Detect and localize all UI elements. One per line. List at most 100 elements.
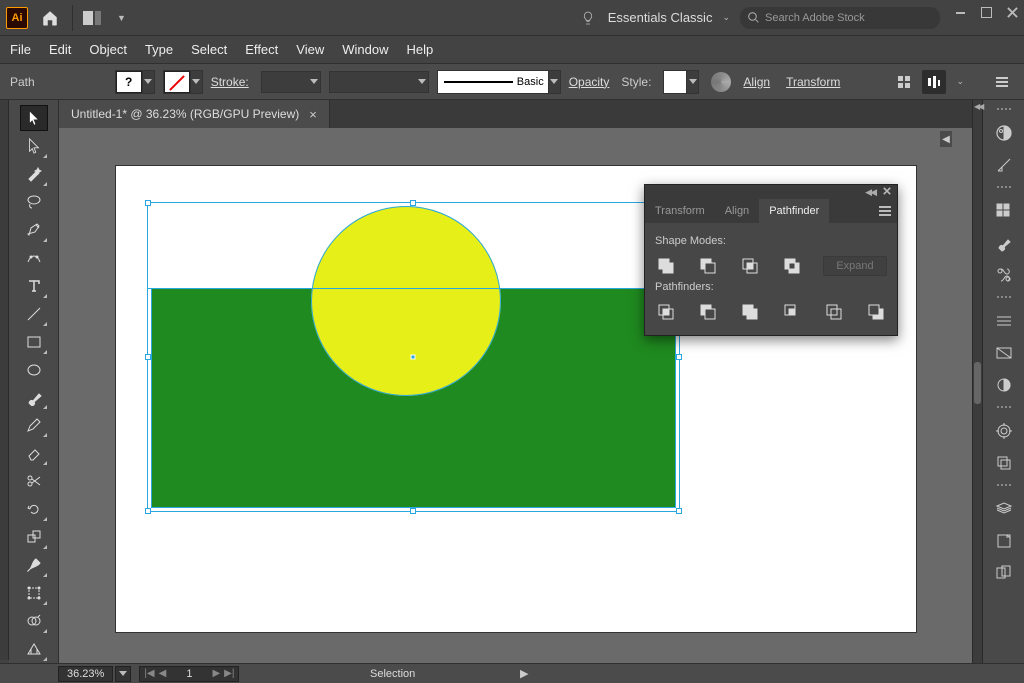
artboard-number[interactable]: 1 xyxy=(170,668,208,680)
selection-center[interactable] xyxy=(411,355,416,360)
style-swatch[interactable] xyxy=(663,70,699,94)
scissors-tool[interactable] xyxy=(20,468,48,494)
menu-help[interactable]: Help xyxy=(406,42,433,57)
free-transform-tool[interactable] xyxy=(20,580,48,606)
align-link[interactable]: Align xyxy=(743,75,770,89)
layers-panel-icon[interactable] xyxy=(989,494,1019,524)
brush-definition[interactable]: Basic xyxy=(437,70,561,94)
paintbrush-tool[interactable] xyxy=(20,385,48,411)
prev-artboard-icon[interactable]: ◀ xyxy=(159,668,167,679)
menu-edit[interactable]: Edit xyxy=(49,42,71,57)
selection-bounding-box[interactable] xyxy=(147,202,680,512)
scrollbar-thumb[interactable] xyxy=(974,362,981,404)
menu-file[interactable]: File xyxy=(10,42,31,57)
color-guide-icon[interactable] xyxy=(989,150,1019,180)
tab-pathfinder[interactable]: Pathfinder xyxy=(759,199,829,223)
menu-view[interactable]: View xyxy=(296,42,324,57)
crop-icon[interactable] xyxy=(781,301,803,323)
appearance-panel-icon[interactable] xyxy=(989,416,1019,446)
panel-titlebar[interactable]: ◀◀ xyxy=(645,185,897,199)
brushes-panel-icon[interactable] xyxy=(989,228,1019,258)
outline-icon[interactable] xyxy=(823,301,845,323)
menu-effect[interactable]: Effect xyxy=(245,42,278,57)
isolate-icon[interactable] xyxy=(892,70,916,94)
line-tool[interactable] xyxy=(20,301,48,327)
transform-link[interactable]: Transform xyxy=(786,75,840,89)
ellipse-tool[interactable] xyxy=(20,357,48,383)
document-tab[interactable]: Untitled-1* @ 36.23% (RGB/GPU Preview) × xyxy=(59,100,330,128)
zoom-level[interactable]: 36.23% xyxy=(58,666,113,682)
home-icon[interactable] xyxy=(38,6,62,30)
tip-icon[interactable] xyxy=(580,10,596,26)
type-tool[interactable] xyxy=(20,273,48,299)
handle-n[interactable] xyxy=(410,200,416,206)
rotate-tool[interactable] xyxy=(20,496,48,522)
intersect-icon[interactable] xyxy=(739,255,761,277)
asset-export-icon[interactable] xyxy=(989,526,1019,556)
right-collapse-strip[interactable]: ◀◀ xyxy=(972,100,982,663)
handle-e[interactable] xyxy=(676,354,682,360)
merge-icon[interactable] xyxy=(739,301,761,323)
graphic-styles-icon[interactable] xyxy=(989,448,1019,478)
scale-tool[interactable] xyxy=(20,524,48,550)
maximize-button[interactable] xyxy=(980,7,992,19)
width-tool[interactable] xyxy=(20,552,48,578)
menu-type[interactable]: Type xyxy=(145,42,173,57)
rectangle-tool[interactable] xyxy=(20,329,48,355)
stroke-weight[interactable] xyxy=(261,71,321,93)
perspective-tool[interactable] xyxy=(20,636,48,662)
tab-align[interactable]: Align xyxy=(715,199,759,223)
trim-icon[interactable] xyxy=(697,301,719,323)
handle-sw[interactable] xyxy=(145,508,151,514)
align-to-icon[interactable] xyxy=(922,70,946,94)
panel-collapse-icon[interactable]: ◀ xyxy=(940,131,952,147)
recolor-icon[interactable] xyxy=(711,72,731,92)
panel-menu-icon[interactable] xyxy=(990,70,1014,94)
artboards-panel-icon[interactable] xyxy=(989,558,1019,588)
zoom-dropdown[interactable] xyxy=(115,666,131,682)
last-artboard-icon[interactable]: ▶| xyxy=(224,668,234,679)
collapse-panel-icon[interactable]: ◀◀ xyxy=(865,187,875,198)
stroke-panel-icon[interactable] xyxy=(989,306,1019,336)
handle-w[interactable] xyxy=(145,354,151,360)
stroke-link[interactable]: Stroke: xyxy=(211,75,249,89)
close-tab-icon[interactable]: × xyxy=(309,107,317,122)
exclude-icon[interactable] xyxy=(781,255,803,277)
menu-object[interactable]: Object xyxy=(89,42,127,57)
panel-menu-icon[interactable] xyxy=(873,199,897,223)
handle-nw[interactable] xyxy=(145,200,151,206)
pencil-tool[interactable] xyxy=(20,412,48,438)
status-play-icon[interactable]: ▶ xyxy=(520,667,528,680)
gradient-panel-icon[interactable] xyxy=(989,338,1019,368)
lasso-tool[interactable] xyxy=(20,189,48,215)
direct-selection-tool[interactable] xyxy=(20,133,48,159)
tab-transform[interactable]: Transform xyxy=(645,199,715,223)
layout-switcher[interactable] xyxy=(83,8,113,28)
stroke-swatch[interactable] xyxy=(163,70,203,94)
handle-s[interactable] xyxy=(410,508,416,514)
pen-tool[interactable] xyxy=(20,217,48,243)
minimize-button[interactable] xyxy=(954,7,966,19)
symbols-panel-icon[interactable] xyxy=(989,260,1019,290)
tools-collapse-strip[interactable] xyxy=(0,100,9,660)
next-artboard-icon[interactable]: ▶ xyxy=(212,668,220,679)
swatches-panel-icon[interactable] xyxy=(989,196,1019,226)
curvature-tool[interactable] xyxy=(20,245,48,271)
first-artboard-icon[interactable]: |◀ xyxy=(144,668,154,679)
workspace-switcher[interactable]: Essentials Classic ⌄ xyxy=(608,10,730,25)
opacity-link[interactable]: Opacity xyxy=(569,75,610,89)
chevron-down-icon[interactable]: ▼ xyxy=(117,13,126,23)
color-panel-icon[interactable] xyxy=(989,118,1019,148)
menu-window[interactable]: Window xyxy=(342,42,388,57)
shape-builder-tool[interactable] xyxy=(20,608,48,634)
menu-select[interactable]: Select xyxy=(191,42,227,57)
close-panel-icon[interactable] xyxy=(883,186,891,198)
handle-se[interactable] xyxy=(676,508,682,514)
search-input[interactable]: Search Adobe Stock xyxy=(740,7,940,29)
unite-icon[interactable] xyxy=(655,255,677,277)
minus-front-icon[interactable] xyxy=(697,255,719,277)
minus-back-icon[interactable] xyxy=(865,301,887,323)
transparency-panel-icon[interactable] xyxy=(989,370,1019,400)
artboard-navigator[interactable]: |◀ ◀ 1 ▶ ▶| xyxy=(139,666,239,682)
eraser-tool[interactable] xyxy=(20,440,48,466)
